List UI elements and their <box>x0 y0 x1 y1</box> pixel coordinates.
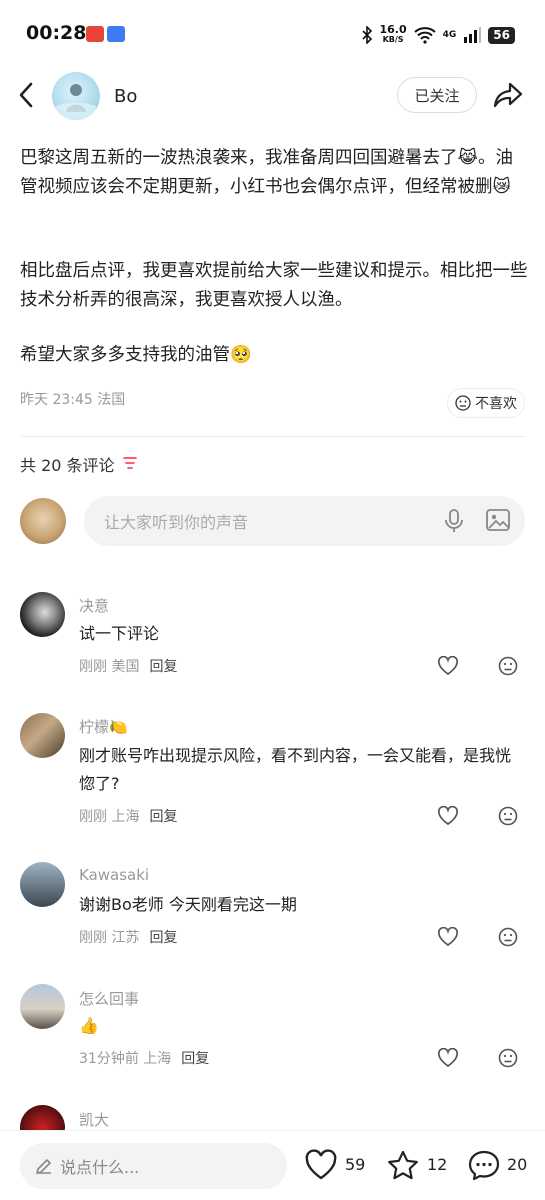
commenter-avatar[interactable] <box>20 713 65 758</box>
comment-bubble-icon[interactable] <box>467 1149 501 1181</box>
commenter-name[interactable]: 柠檬🍋 <box>79 716 128 737</box>
comment-meta: 刚刚 上海 回复 <box>79 806 177 826</box>
share-icon[interactable] <box>492 80 524 110</box>
reply-button[interactable]: 回复 <box>149 930 177 946</box>
dislike-button[interactable]: 不喜欢 <box>447 388 525 418</box>
battery-level: 56 <box>488 26 515 44</box>
post-paragraph: 希望大家多多支持我的油管🥺 <box>20 345 252 365</box>
microphone-icon[interactable] <box>443 508 465 534</box>
heart-icon[interactable] <box>437 1048 459 1068</box>
star-icon[interactable] <box>386 1149 420 1181</box>
say-something-input[interactable]: 说点什么... <box>20 1143 287 1189</box>
neutral-face-icon <box>455 395 471 411</box>
network-speed: 16.0 KB/S <box>379 23 407 45</box>
status-time: 00:28 <box>26 22 87 44</box>
commenter-avatar[interactable] <box>20 592 65 637</box>
status-bar: 00:28 16.0 KB/S 4G 56 <box>0 0 545 70</box>
dislike-label: 不喜欢 <box>475 396 517 412</box>
commenter-name[interactable]: Kawasaki <box>79 866 149 884</box>
network-speed-value: 16.0 <box>379 23 407 36</box>
commenter-avatar[interactable] <box>20 862 65 907</box>
my-avatar <box>20 498 66 544</box>
commenter-name[interactable]: 凯大 <box>79 1109 109 1130</box>
post-paragraph: 巴黎这周五新的一波热浪袭来，我准备周四回国避暑去了😹。油管视频应该会不定期更新，… <box>20 148 513 197</box>
comment-time-location: 刚刚 上海 <box>79 809 140 825</box>
author-name[interactable]: Bo <box>114 86 137 107</box>
comment-meta: 刚刚 江苏 回复 <box>79 927 177 947</box>
comment-text: 谢谢Bo老师 今天刚看完这一期 <box>79 895 297 914</box>
comment-meta: 31分钟前 上海 回复 <box>79 1048 209 1068</box>
neutral-face-icon[interactable] <box>498 806 518 826</box>
comment-time-location: 31分钟前 上海 <box>79 1051 172 1067</box>
heart-icon[interactable] <box>437 927 459 947</box>
reply-button[interactable]: 回复 <box>149 809 177 825</box>
neutral-face-icon[interactable] <box>498 927 518 947</box>
bottom-action-bar: 说点什么... 59 12 20 <box>0 1130 545 1200</box>
status-indicators: 16.0 KB/S 4G 56 <box>361 22 515 48</box>
pencil-icon <box>36 1159 51 1174</box>
comment-time-location: 刚刚 江苏 <box>79 930 140 946</box>
wifi-icon <box>413 27 436 44</box>
neutral-face-icon[interactable] <box>498 656 518 676</box>
neutral-face-icon[interactable] <box>498 1048 518 1068</box>
commenter-avatar[interactable] <box>20 984 65 1029</box>
image-icon[interactable] <box>485 507 511 533</box>
app-notification-icon <box>107 26 125 42</box>
signal-icon <box>464 27 482 43</box>
like-heart-icon[interactable] <box>304 1149 338 1181</box>
comment-count-bottom: 20 <box>507 1155 528 1174</box>
commenter-name[interactable]: 决意 <box>79 595 109 616</box>
comment-text: 👍 <box>79 1016 99 1035</box>
post-paragraph: 相比盘后点评，我更喜欢提前给大家一些建议和提示。相比把一些技术分析弄的很高深，我… <box>20 261 528 310</box>
follow-button[interactable]: 已关注 <box>397 77 477 113</box>
network-speed-unit: KB/S <box>382 35 404 44</box>
say-placeholder: 说点什么... <box>60 1158 140 1177</box>
comment-text: 试一下评论 <box>79 624 160 643</box>
signal-type: 4G <box>442 30 457 40</box>
sort-icon[interactable] <box>122 455 138 471</box>
star-count: 12 <box>427 1155 448 1174</box>
heart-icon[interactable] <box>437 806 459 826</box>
back-arrow-icon[interactable] <box>14 80 40 110</box>
heart-icon[interactable] <box>437 656 459 676</box>
bluetooth-icon <box>361 26 372 44</box>
comment-meta: 刚刚 美国 回复 <box>79 656 177 676</box>
comment-time-location: 刚刚 美国 <box>79 659 140 675</box>
comment-text: 刚才账号咋出现提示风险，看不到内容，一会又能看，是我恍惚了? <box>79 746 512 793</box>
commenter-name[interactable]: 怎么回事 <box>79 988 139 1009</box>
like-count: 59 <box>345 1155 366 1174</box>
app-notification-icon <box>86 26 104 42</box>
divider <box>20 436 525 437</box>
reply-button[interactable]: 回复 <box>149 659 177 675</box>
author-avatar[interactable] <box>52 72 100 120</box>
reply-button[interactable]: 回复 <box>181 1051 209 1067</box>
post-date-location: 昨天 23:45 法国 <box>20 392 126 408</box>
comment-count: 共 20 条评论 <box>20 456 115 475</box>
